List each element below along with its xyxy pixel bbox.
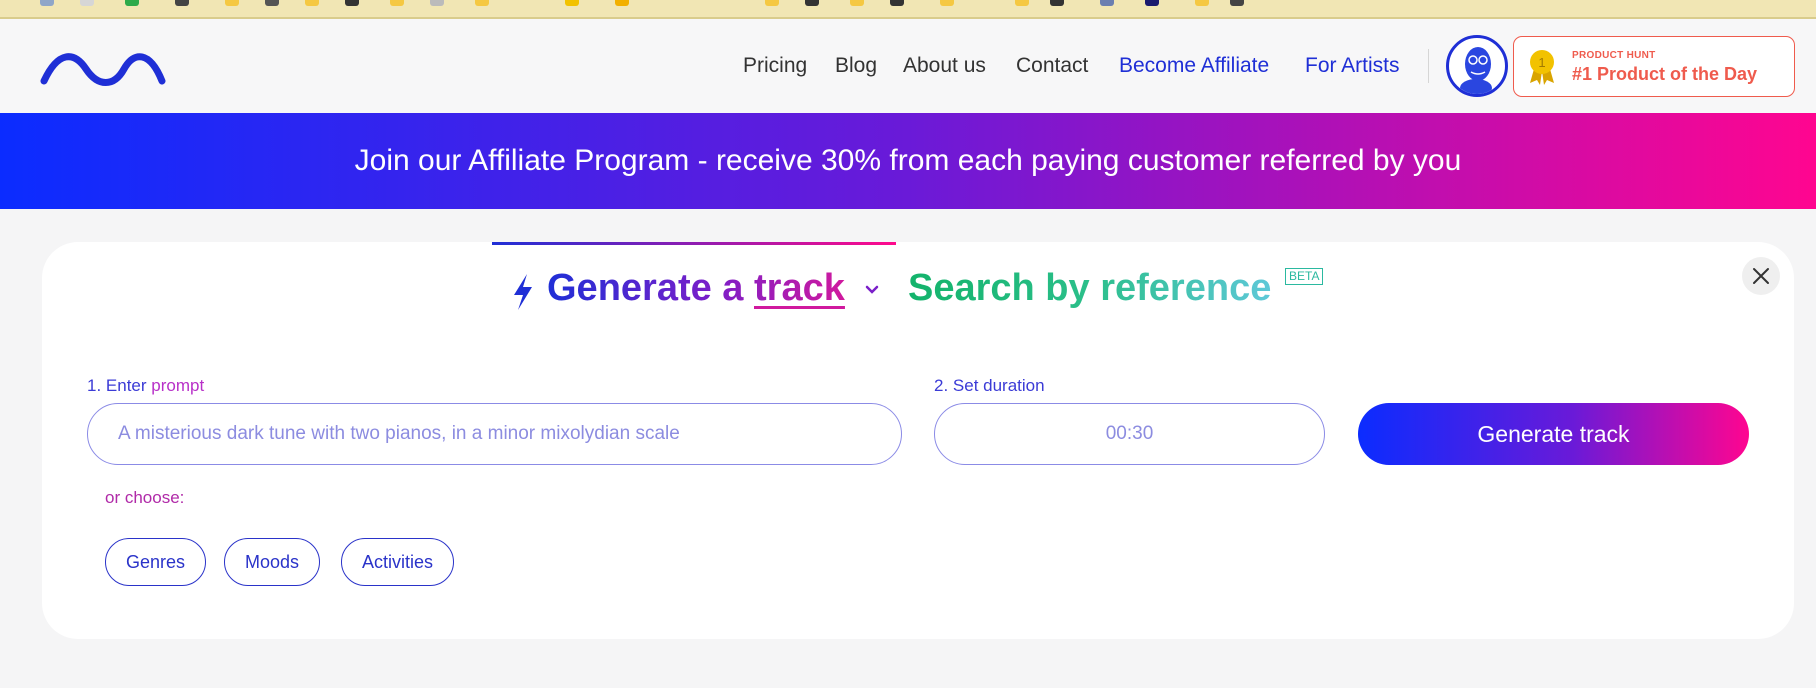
affiliate-banner[interactable]: Join our Affiliate Program - receive 30%… xyxy=(0,113,1816,209)
bookmark-icon[interactable] xyxy=(175,0,189,6)
prompt-label-number: 1. Enter xyxy=(87,376,152,395)
bookmark-icon[interactable] xyxy=(80,0,94,6)
nav-link-become-affiliate[interactable]: Become Affiliate xyxy=(1119,54,1269,78)
svg-text:1: 1 xyxy=(1538,55,1545,70)
tab-generate-prefix: Generate a xyxy=(547,267,754,309)
nav-link-contact[interactable]: Contact xyxy=(1016,54,1088,78)
logo-wave-icon[interactable] xyxy=(40,49,166,89)
tab-generate-highlight[interactable]: track xyxy=(754,267,845,309)
bookmark-icon[interactable] xyxy=(265,0,279,6)
bookmark-icon[interactable] xyxy=(940,0,954,6)
duration-label: 2. Set duration xyxy=(934,376,1045,395)
beta-badge: BETA xyxy=(1285,268,1324,285)
tab-search-highlight: reference xyxy=(1100,267,1272,309)
lightning-icon xyxy=(514,274,532,310)
or-choose-label: or choose: xyxy=(105,488,185,507)
prompt-label: 1. Enter prompt xyxy=(87,376,204,396)
nav-link-blog[interactable]: Blog xyxy=(835,54,877,78)
chip-activities[interactable]: Activities xyxy=(341,538,455,586)
nav-link-about-us[interactable]: About us xyxy=(903,54,986,78)
bookmark-icon[interactable] xyxy=(125,0,139,6)
nav-divider xyxy=(1428,49,1429,83)
bookmark-icon[interactable] xyxy=(850,0,864,6)
generate-track-button[interactable]: Generate track xyxy=(1358,403,1749,465)
bookmark-icon[interactable] xyxy=(565,0,579,6)
product-hunt-badge[interactable]: 1 PRODUCT HUNT #1 Product of the Day xyxy=(1513,36,1795,97)
bookmark-icon[interactable] xyxy=(40,0,54,6)
tab-search-by-reference[interactable]: Search by reference xyxy=(908,267,1271,310)
bookmark-icon[interactable] xyxy=(1145,0,1159,6)
bookmark-icon[interactable] xyxy=(305,0,319,6)
prompt-label-word: prompt xyxy=(151,376,205,395)
site-header: Pricing Blog About us Contact Become Aff… xyxy=(0,19,1816,113)
bookmark-icon[interactable] xyxy=(390,0,404,6)
avatar-face-icon xyxy=(1460,47,1492,94)
active-tab-indicator xyxy=(492,242,896,245)
product-hunt-title: #1 Product of the Day xyxy=(1572,64,1758,84)
tab-search-label: Search by xyxy=(908,267,1101,309)
chip-moods[interactable]: Moods xyxy=(224,538,321,586)
bookmark-icon[interactable] xyxy=(1195,0,1209,6)
close-button[interactable] xyxy=(1742,257,1780,295)
nav-link-pricing[interactable]: Pricing xyxy=(743,54,807,78)
bookmark-icon[interactable] xyxy=(1015,0,1029,6)
chip-genres[interactable]: Genres xyxy=(105,538,207,586)
avatar[interactable] xyxy=(1446,35,1508,97)
prompt-input[interactable] xyxy=(87,403,902,465)
bookmark-icon[interactable] xyxy=(475,0,489,6)
bookmark-icon[interactable] xyxy=(225,0,239,6)
bookmark-icon[interactable] xyxy=(430,0,444,6)
bookmark-icon[interactable] xyxy=(1100,0,1114,6)
bookmark-icon[interactable] xyxy=(765,0,779,6)
affiliate-banner-text: Join our Affiliate Program - receive 30%… xyxy=(354,144,1462,177)
duration-input[interactable] xyxy=(934,403,1325,465)
tab-generate-track[interactable]: Generate a track xyxy=(547,267,845,310)
product-hunt-label: PRODUCT HUNT xyxy=(1572,50,1656,61)
medal-icon: 1 xyxy=(1530,50,1554,85)
bookmarks-bar xyxy=(0,0,1816,19)
nav-link-for-artists[interactable]: For Artists xyxy=(1305,54,1400,78)
bookmark-icon[interactable] xyxy=(1050,0,1064,6)
generator-card: Generate a track Search by reference BET… xyxy=(42,242,1794,639)
bookmark-icon[interactable] xyxy=(1230,0,1244,6)
bookmark-icon[interactable] xyxy=(615,0,629,6)
bookmark-icon[interactable] xyxy=(345,0,359,6)
bookmark-icon[interactable] xyxy=(805,0,819,6)
bookmark-icon[interactable] xyxy=(890,0,904,6)
chevron-down-icon[interactable] xyxy=(864,282,880,298)
close-icon xyxy=(1753,268,1769,284)
